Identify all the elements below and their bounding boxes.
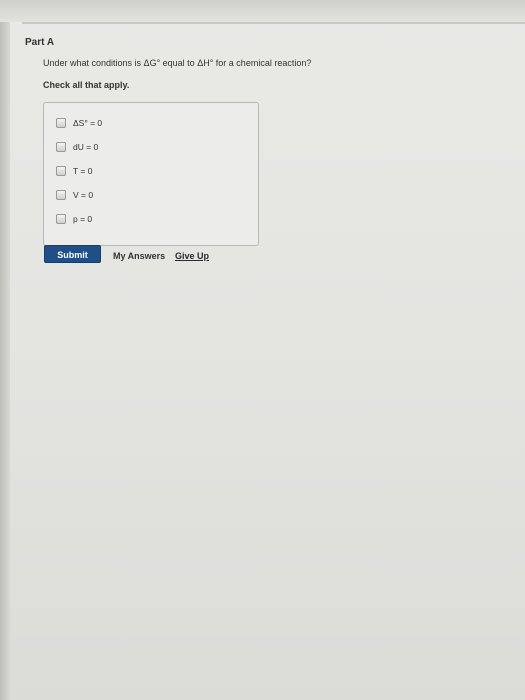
option-label: dU = 0 bbox=[73, 142, 99, 152]
option-label: ΔS° = 0 bbox=[73, 118, 103, 128]
option-p[interactable]: p = 0 bbox=[56, 213, 92, 225]
top-strip bbox=[0, 0, 525, 22]
checkbox[interactable] bbox=[56, 118, 66, 128]
option-du[interactable]: dU = 0 bbox=[56, 141, 98, 153]
submit-button[interactable]: Submit bbox=[44, 245, 101, 263]
instruction-text: Check all that apply. bbox=[43, 80, 130, 90]
question-text: Under what conditions is ΔG° equal to ΔH… bbox=[43, 58, 312, 68]
answer-options-box: ΔS° = 0 dU = 0 T = 0 V = 0 p = 0 bbox=[43, 102, 259, 246]
screen-left-edge bbox=[0, 0, 10, 700]
option-t[interactable]: T = 0 bbox=[56, 165, 92, 177]
option-v[interactable]: V = 0 bbox=[56, 189, 93, 201]
option-label: p = 0 bbox=[73, 214, 93, 224]
checkbox[interactable] bbox=[56, 166, 66, 176]
checkbox[interactable] bbox=[56, 142, 66, 152]
give-up-link[interactable]: Give Up bbox=[175, 251, 209, 261]
option-label: T = 0 bbox=[73, 166, 93, 176]
my-answers-label: My Answers bbox=[113, 251, 166, 261]
option-delta-s[interactable]: ΔS° = 0 bbox=[56, 117, 102, 129]
checkbox[interactable] bbox=[56, 214, 66, 224]
section-divider bbox=[22, 22, 525, 24]
option-label: V = 0 bbox=[73, 190, 94, 200]
part-title: Part A bbox=[25, 37, 55, 48]
checkbox[interactable] bbox=[56, 190, 66, 200]
